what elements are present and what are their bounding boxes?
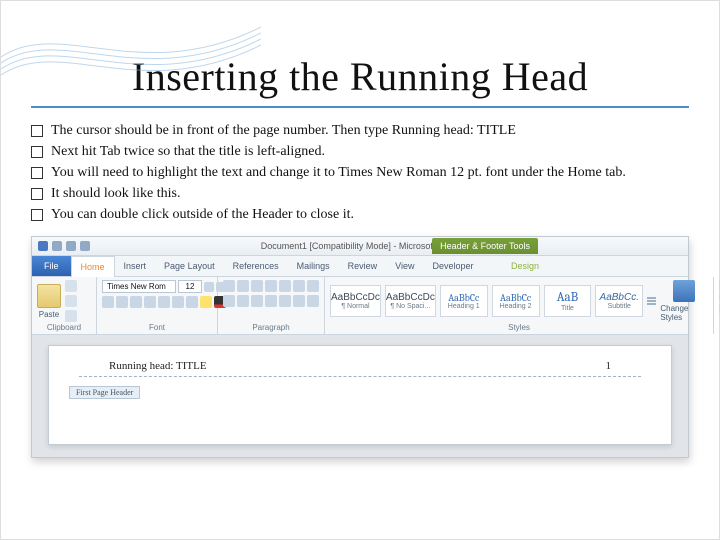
tab-insert[interactable]: Insert (115, 256, 156, 276)
contextual-tab-header: Header & Footer Tools (432, 238, 538, 254)
group-label-styles: Styles (330, 323, 708, 332)
style-normal[interactable]: AaBbCcDc¶ Normal (330, 285, 381, 317)
italic-icon[interactable] (116, 296, 128, 308)
bullet-icon (31, 146, 43, 158)
format-painter-icon[interactable] (65, 310, 77, 322)
multilevel-icon[interactable] (251, 280, 263, 292)
change-styles-icon (673, 280, 695, 302)
bullet-icon (31, 125, 43, 137)
word-screenshot: Document1 [Compatibility Mode] - Microso… (31, 236, 689, 458)
underline-icon[interactable] (130, 296, 142, 308)
header-boundary-line (79, 376, 641, 377)
title-underline (31, 106, 689, 108)
grow-font-icon[interactable] (204, 282, 214, 292)
highlight-icon[interactable] (200, 296, 212, 308)
group-editing: Find Replace Select Editing (714, 277, 720, 334)
tab-design-context[interactable]: Design (502, 256, 548, 276)
document-page[interactable]: Running head: TITLE 1 First Page Header (48, 345, 672, 445)
style-no-spacing[interactable]: AaBbCcDc¶ No Spaci... (385, 285, 436, 317)
subscript-icon[interactable] (158, 296, 170, 308)
undo-icon[interactable] (66, 241, 76, 251)
save-icon[interactable] (52, 241, 62, 251)
group-paragraph: Paragraph (218, 277, 325, 334)
tab-page-layout[interactable]: Page Layout (155, 256, 224, 276)
tab-view[interactable]: View (386, 256, 423, 276)
group-font: Times New Rom 12 Font (97, 277, 218, 334)
tab-references[interactable]: References (224, 256, 288, 276)
slide-title: Inserting the Running Head (31, 53, 689, 100)
paste-icon[interactable] (37, 284, 61, 308)
bullet-icon (31, 167, 43, 179)
group-label-paragraph: Paragraph (223, 323, 319, 332)
bullets-icon[interactable] (223, 280, 235, 292)
ribbon-tabs: File Home Insert Page Layout References … (32, 256, 688, 277)
numbering-icon[interactable] (237, 280, 249, 292)
show-marks-icon[interactable] (307, 280, 319, 292)
line-spacing-icon[interactable] (279, 295, 291, 307)
document-area[interactable]: Running head: TITLE 1 First Page Header (32, 335, 688, 457)
word-titlebar: Document1 [Compatibility Mode] - Microso… (32, 237, 688, 256)
bullet-text: You can double click outside of the Head… (51, 206, 689, 225)
justify-icon[interactable] (265, 295, 277, 307)
group-label-font: Font (102, 323, 212, 332)
font-size-dropdown[interactable]: 12 (178, 280, 202, 293)
decrease-indent-icon[interactable] (265, 280, 277, 292)
align-left-icon[interactable] (223, 295, 235, 307)
bullet-text: Next hit Tab twice so that the title is … (51, 143, 689, 162)
strike-icon[interactable] (144, 296, 156, 308)
group-styles: AaBbCcDc¶ Normal AaBbCcDc¶ No Spaci... A… (325, 277, 714, 334)
bullet-list: The cursor should be in front of the pag… (31, 122, 689, 224)
bullet-text: The cursor should be in front of the pag… (51, 122, 689, 141)
superscript-icon[interactable] (172, 296, 184, 308)
change-styles-button[interactable]: Change Styles (660, 280, 708, 322)
text-effects-icon[interactable] (186, 296, 198, 308)
window-title: Document1 [Compatibility Mode] - Microso… (32, 241, 688, 251)
copy-icon[interactable] (65, 295, 77, 307)
ribbon: Paste Clipboard Times New Rom 12 (32, 277, 688, 335)
borders-icon[interactable] (307, 295, 319, 307)
tab-developer[interactable]: Developer (424, 256, 483, 276)
redo-icon[interactable] (80, 241, 90, 251)
align-right-icon[interactable] (251, 295, 263, 307)
word-app-icon (38, 241, 48, 251)
shading-icon[interactable] (293, 295, 305, 307)
cut-icon[interactable] (65, 280, 77, 292)
style-heading-2[interactable]: AaBbCcHeading 2 (492, 285, 540, 317)
bullet-icon (31, 188, 43, 200)
tab-home[interactable]: Home (71, 256, 115, 277)
tab-file[interactable]: File (32, 256, 71, 276)
style-heading-1[interactable]: AaBbCcHeading 1 (440, 285, 488, 317)
tab-review[interactable]: Review (339, 256, 387, 276)
style-subtitle[interactable]: AaBbCc.Subtitle (595, 285, 643, 317)
bullet-text: It should look like this. (51, 185, 689, 204)
bullet-text: You will need to highlight the text and … (51, 164, 689, 183)
increase-indent-icon[interactable] (279, 280, 291, 292)
header-running-head-text[interactable]: Running head: TITLE (109, 360, 207, 372)
group-label-clipboard: Clipboard (37, 323, 91, 332)
tab-mailings[interactable]: Mailings (288, 256, 339, 276)
align-center-icon[interactable] (237, 295, 249, 307)
header-page-number[interactable]: 1 (606, 360, 612, 372)
bold-icon[interactable] (102, 296, 114, 308)
quick-access-toolbar[interactable] (32, 241, 96, 251)
sort-icon[interactable] (293, 280, 305, 292)
styles-more-icon[interactable] (647, 280, 656, 322)
header-label-tag: First Page Header (69, 386, 140, 399)
group-clipboard: Paste Clipboard (32, 277, 97, 334)
bullet-icon (31, 209, 43, 221)
paste-label[interactable]: Paste (39, 310, 59, 319)
font-family-dropdown[interactable]: Times New Rom (102, 280, 176, 293)
style-title[interactable]: AaBTitle (544, 285, 592, 317)
